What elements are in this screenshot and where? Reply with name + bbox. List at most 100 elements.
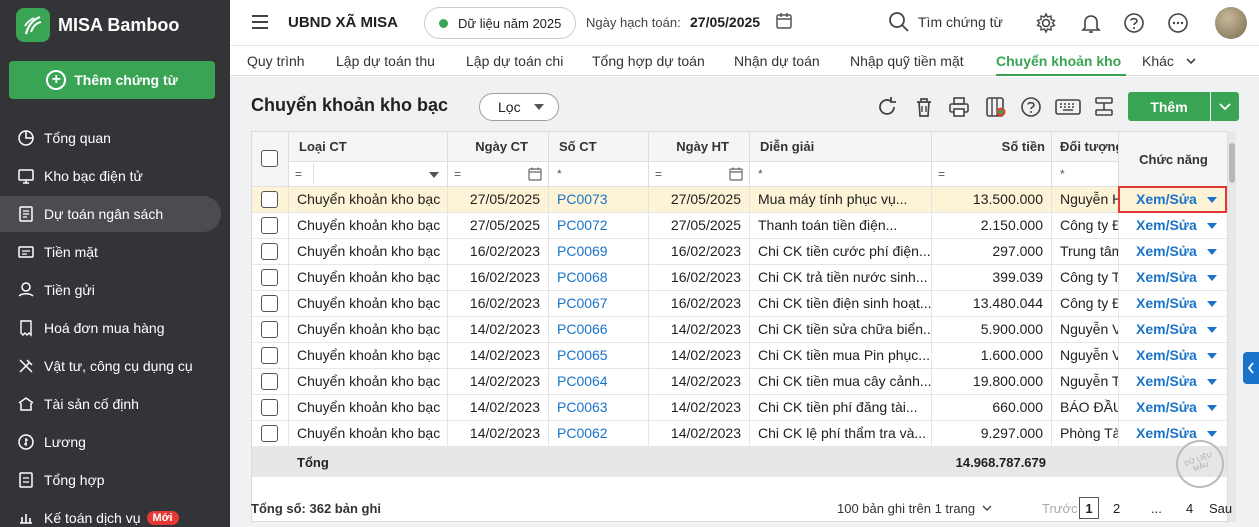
tab-process[interactable]: Quy trình <box>247 46 305 76</box>
column-header-voucher-no[interactable]: Số CT <box>549 132 649 162</box>
filter-operator[interactable]: = <box>938 167 945 181</box>
view-edit-link[interactable]: Xem/Sửa <box>1136 239 1197 264</box>
prev-page-button[interactable]: Trước <box>1042 497 1078 519</box>
column-header-voucher-date[interactable]: Ngày CT <box>448 132 549 162</box>
keyboard-icon[interactable] <box>1054 95 1082 119</box>
filter-amount[interactable]: = <box>932 162 1052 187</box>
select-all-checkbox[interactable] <box>261 150 278 167</box>
sidebar-item-deposit[interactable]: Tiền gửi <box>0 272 221 308</box>
workflow-icon[interactable] <box>1092 95 1116 119</box>
view-edit-link[interactable]: Xem/Sửa <box>1136 317 1197 342</box>
filter-voucher-date[interactable]: = <box>448 162 549 187</box>
row-checkbox[interactable] <box>261 217 278 234</box>
filter-object[interactable]: * <box>1052 162 1119 187</box>
sidebar-item-fixed-assets[interactable]: Tài sản cố định <box>0 386 221 422</box>
action-dropdown-icon[interactable] <box>1207 275 1217 281</box>
chevron-down-icon[interactable] <box>1186 58 1196 65</box>
refresh-icon[interactable] <box>875 95 899 119</box>
view-edit-link[interactable]: Xem/Sửa <box>1136 369 1197 394</box>
sidebar-item-service-accounting[interactable]: Kế toán dịch vụ Mới <box>0 500 221 527</box>
hamburger-menu-icon[interactable] <box>250 13 270 31</box>
data-year-selector[interactable]: Dữ liệu năm 2025 <box>424 7 577 39</box>
row-checkbox[interactable] <box>261 399 278 416</box>
cell-no[interactable]: PC0062 <box>549 421 649 447</box>
sidebar-item-budget[interactable]: Dự toán ngân sách <box>0 196 221 232</box>
cell-no[interactable]: PC0067 <box>549 291 649 317</box>
row-checkbox[interactable] <box>261 295 278 312</box>
row-checkbox[interactable] <box>261 373 278 390</box>
filter-type[interactable]: = <box>289 162 448 187</box>
more-options-icon[interactable] <box>1167 12 1189 34</box>
page-1-button[interactable]: 1 <box>1079 497 1099 519</box>
tab-revenue-estimate[interactable]: Lập dự toán thu <box>336 46 435 76</box>
action-dropdown-icon[interactable] <box>1207 405 1217 411</box>
add-document-button[interactable]: + Thêm chứng từ <box>9 61 215 99</box>
filter-type-input[interactable] <box>313 164 423 184</box>
table-row[interactable]: Chuyển khoản kho bạc 16/02/2023 PC0067 16/0… <box>252 291 1227 317</box>
avatar[interactable] <box>1215 7 1247 39</box>
filter-caret-icon[interactable] <box>429 172 439 178</box>
collapse-panel-button[interactable] <box>1243 352 1259 384</box>
cell-no[interactable]: PC0065 <box>549 343 649 369</box>
row-checkbox[interactable] <box>261 425 278 442</box>
posting-date-value[interactable]: 27/05/2025 <box>690 14 760 30</box>
table-row[interactable]: Chuyển khoản kho bạc 16/02/2023 PC0069 16/0… <box>252 239 1227 265</box>
table-row[interactable]: Chuyển khoản kho bạc 27/05/2025 PC0073 27/0… <box>252 187 1227 213</box>
cell-no[interactable]: PC0066 <box>549 317 649 343</box>
page-4-button[interactable]: 4 <box>1186 497 1193 519</box>
row-checkbox[interactable] <box>261 347 278 364</box>
page-2-button[interactable]: 2 <box>1113 497 1120 519</box>
calendar-icon[interactable] <box>775 12 793 30</box>
calendar-icon[interactable] <box>528 167 542 181</box>
filter-operator[interactable]: = <box>655 167 662 181</box>
trash-icon[interactable] <box>912 95 936 119</box>
cell-no[interactable]: PC0064 <box>549 369 649 395</box>
scrollbar-thumb[interactable] <box>1229 143 1235 183</box>
cell-no[interactable]: PC0073 <box>549 187 649 213</box>
sidebar-item-cash[interactable]: Tiền mặt <box>0 234 221 270</box>
table-row[interactable]: Chuyển khoản kho bạc 14/02/2023 PC0065 14/0… <box>252 343 1227 369</box>
column-header-posting-date[interactable]: Ngày HT <box>649 132 750 162</box>
app-logo[interactable]: MISA Bamboo <box>16 8 179 42</box>
sidebar-item-materials[interactable]: Vật tư, công cụ dụng cụ <box>0 348 221 384</box>
view-edit-link[interactable]: Xem/Sửa <box>1136 265 1197 290</box>
tab-cash-deposit[interactable]: Nhập quỹ tiền mặt <box>850 46 964 76</box>
view-edit-link[interactable]: Xem/Sửa <box>1136 213 1197 238</box>
cell-no[interactable]: PC0068 <box>549 265 649 291</box>
filter-voucher-no[interactable]: * <box>549 162 649 187</box>
action-dropdown-icon[interactable] <box>1207 353 1217 359</box>
cell-no[interactable]: PC0069 <box>549 239 649 265</box>
table-row[interactable]: Chuyển khoản kho bạc 27/05/2025 PC0072 27/0… <box>252 213 1227 239</box>
row-checkbox[interactable] <box>261 243 278 260</box>
add-dropdown-icon[interactable] <box>1211 92 1239 121</box>
search-documents-label[interactable]: Tìm chứng từ <box>918 14 1003 30</box>
gear-icon[interactable] <box>1035 12 1057 34</box>
column-header-amount[interactable]: Số tiền <box>932 132 1052 162</box>
view-edit-link[interactable]: Xem/Sửa <box>1136 395 1197 420</box>
row-checkbox[interactable] <box>261 191 278 208</box>
tab-expense-estimate[interactable]: Lập dự toán chi <box>466 46 563 76</box>
filter-posting-date[interactable]: = <box>649 162 750 187</box>
tab-other[interactable]: Khác <box>1142 46 1174 76</box>
search-icon[interactable] <box>888 11 910 33</box>
tab-treasury-transfer[interactable]: Chuyển khoản kho bạc <box>996 46 1126 76</box>
action-dropdown-icon[interactable] <box>1207 223 1217 229</box>
view-edit-link[interactable]: Xem/Sửa <box>1136 291 1197 316</box>
filter-operator[interactable]: * <box>758 167 763 181</box>
filter-operator[interactable]: = <box>295 167 309 181</box>
help-circle-icon[interactable] <box>1019 95 1043 119</box>
print-icon[interactable] <box>947 95 971 119</box>
column-settings-icon[interactable] <box>984 95 1008 119</box>
filter-description[interactable]: * <box>750 162 932 187</box>
table-row[interactable]: Chuyển khoản kho bạc 16/02/2023 PC0068 16/0… <box>252 265 1227 291</box>
action-dropdown-icon[interactable] <box>1207 301 1217 307</box>
organization-name[interactable]: UBND XÃ MISA <box>288 14 398 31</box>
action-dropdown-icon[interactable] <box>1207 249 1217 255</box>
tab-receive-estimate[interactable]: Nhận dự toán <box>734 46 820 76</box>
filter-button[interactable]: Lọc <box>479 93 559 121</box>
add-button[interactable]: Thêm <box>1128 92 1210 121</box>
sidebar-item-summary[interactable]: Tổng hợp <box>0 462 221 498</box>
sidebar-item-salary[interactable]: Lương <box>0 424 221 460</box>
view-edit-link[interactable]: Xem/Sửa <box>1136 343 1197 368</box>
filter-operator[interactable]: * <box>1060 167 1065 181</box>
